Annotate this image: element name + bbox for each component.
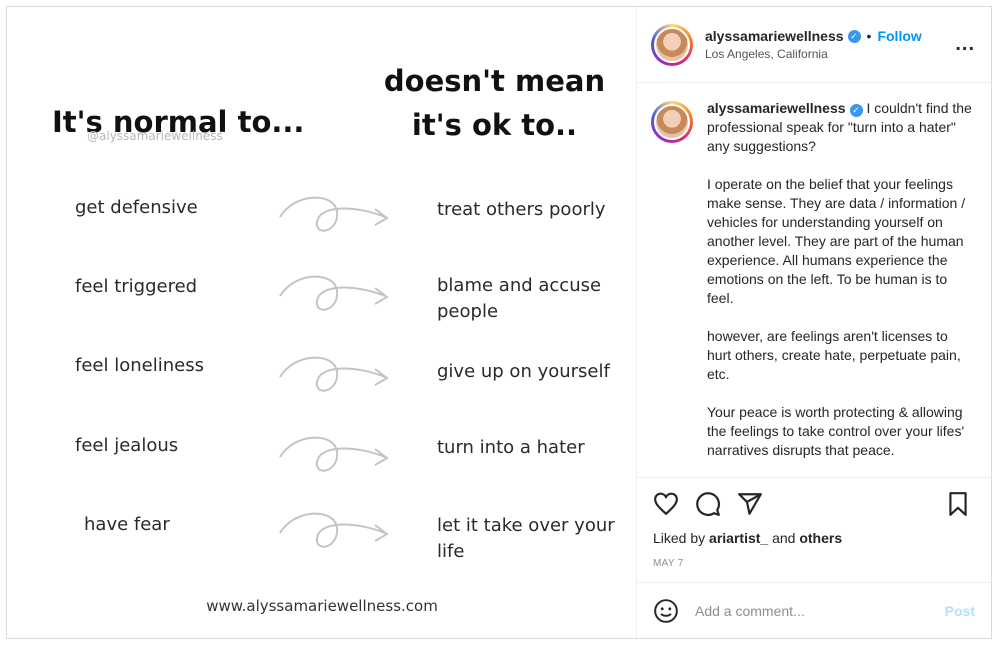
caption-paragraph: alyssamariewellness ✓ I couldn't find the… xyxy=(707,99,975,156)
heart-icon[interactable] xyxy=(653,491,679,517)
more-options-icon[interactable]: ... xyxy=(955,33,975,56)
avatar-photo xyxy=(654,26,690,63)
post-date[interactable]: MAY 7 xyxy=(637,554,991,582)
curl-arrow-icon xyxy=(279,196,389,232)
post-window: It's normal to... @alyssamariewellness d… xyxy=(6,6,992,639)
caption-paragraph: however, are feelings aren't licenses to… xyxy=(707,328,961,382)
row-left-text: get defensive xyxy=(75,197,198,218)
caption-paragraph: I operate on the belief that your feelin… xyxy=(707,176,966,306)
likes-text: Liked by ariartist_ and others xyxy=(637,530,991,554)
share-icon[interactable] xyxy=(737,491,763,517)
likes-others-link[interactable]: others xyxy=(799,530,842,546)
verified-badge-icon: ✓ xyxy=(849,104,863,117)
post-sidebar: alyssamariewellness ✓ • Follow Los Angel… xyxy=(637,7,991,638)
header-username[interactable]: alyssamariewellness xyxy=(705,28,844,44)
comment-input[interactable] xyxy=(695,602,945,619)
caption-username[interactable]: alyssamariewellness xyxy=(707,100,846,116)
avatar-photo xyxy=(654,104,690,140)
emoji-icon[interactable] xyxy=(653,598,679,624)
curl-arrow-icon xyxy=(279,436,389,472)
bookmark-icon[interactable] xyxy=(945,491,971,517)
curl-arrow-icon xyxy=(279,275,389,311)
likes-conjunction: and xyxy=(772,530,796,546)
row-left-text: feel triggered xyxy=(75,276,198,297)
follow-button[interactable]: Follow xyxy=(877,28,921,44)
avatar[interactable] xyxy=(651,23,693,66)
location-link[interactable]: Los Angeles, California xyxy=(705,47,955,61)
header-line: alyssamariewellness ✓ • Follow xyxy=(705,28,955,44)
caption-paragraph: Your peace is worth protecting & allowin… xyxy=(707,404,965,458)
curl-arrow-icon xyxy=(279,356,389,392)
likes-user-link[interactable]: ariartist_ xyxy=(709,530,768,546)
row-left-text: feel jealous xyxy=(75,435,179,456)
row-right-text: let it take over your life xyxy=(437,515,615,562)
image-title-right: doesn't mean it's ok to.. xyxy=(383,64,606,142)
header-separator: • xyxy=(866,28,872,44)
row-right-text: give up on yourself xyxy=(437,361,610,382)
caption-avatar[interactable] xyxy=(651,101,693,143)
image-watermark: @alyssamariewellness xyxy=(87,129,223,143)
image-website: www.alyssamariewellness.com xyxy=(206,597,438,615)
caption-area[interactable]: alyssamariewellness ✓ I couldn't find the… xyxy=(637,83,991,478)
post-header: alyssamariewellness ✓ • Follow Los Angel… xyxy=(637,7,991,83)
post-image[interactable]: It's normal to... @alyssamariewellness d… xyxy=(7,7,637,638)
row-left-text: feel loneliness xyxy=(75,355,204,376)
row-right-text: turn into a hater xyxy=(437,437,585,458)
verified-badge-icon: ✓ xyxy=(847,29,861,43)
header-text: alyssamariewellness ✓ • Follow Los Angel… xyxy=(705,28,955,61)
action-bar xyxy=(637,478,991,530)
caption-text: alyssamariewellness ✓ I couldn't find the… xyxy=(707,99,975,477)
row-left-text: have fear xyxy=(84,514,170,535)
row-right-text: blame and accuse people xyxy=(437,275,602,322)
likes-prefix: Liked by xyxy=(653,530,706,546)
comment-icon[interactable] xyxy=(695,491,721,517)
row-right-text: treat others poorly xyxy=(437,199,606,220)
post-comment-button[interactable]: Post xyxy=(945,603,975,619)
curl-arrow-icon xyxy=(279,512,389,548)
comment-box: Post xyxy=(637,582,991,638)
